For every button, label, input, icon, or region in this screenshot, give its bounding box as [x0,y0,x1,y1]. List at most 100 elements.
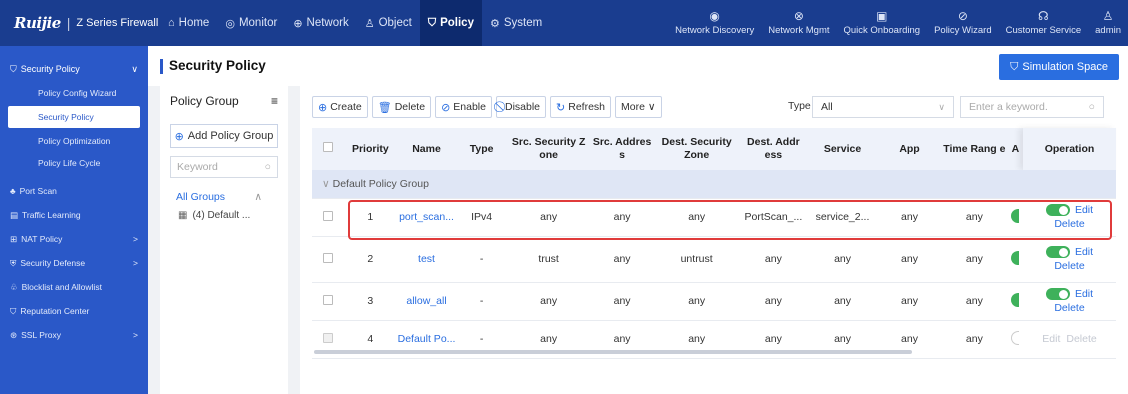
sidebar-item-reputation-center[interactable]: ⛉ Reputation Center [0,300,148,322]
table-row[interactable]: 1 port_scan... IPv4 any any any PortScan… [312,198,1116,237]
nav-network[interactable]: ⊕ Network [285,0,356,46]
cell-src-address: any [590,282,654,321]
row-checkbox[interactable] [323,332,334,343]
create-button[interactable]: ⊕ Create [312,96,368,118]
chevron-right-icon: > [133,234,138,244]
sidebar-item-label: Reputation Center [20,306,90,316]
cell-src-address: any [590,236,654,283]
refresh-button[interactable]: ↻ Refresh [550,96,611,118]
tree-all-groups[interactable]: All Groups ∧ [160,188,278,206]
sidebar-item-security-policy[interactable]: Security Policy [8,106,140,128]
horizontal-scrollbar[interactable] [314,350,912,354]
group-icon: ▦ [178,209,188,221]
sidebar-item-policy-optimization[interactable]: Policy Optimization [0,130,148,152]
sidebar-item-nat-policy[interactable]: ⊞ NAT Policy > [0,228,148,250]
status-toggle[interactable] [1045,246,1070,258]
chevron-down-icon: ∨ [322,177,333,190]
sidebar-item-port-scan[interactable]: ♣ Port Scan [0,180,148,202]
cell-type: IPv4 [456,198,507,237]
status-toggle[interactable] [1045,204,1070,216]
row-checkbox[interactable] [323,210,334,221]
more-dropdown[interactable]: More ∨ [615,96,662,118]
tree-node-default[interactable]: ▦ (4) Default ... [160,206,288,224]
cell-operation: Edit Delete [1022,198,1116,237]
action-toggle-partial [1011,330,1020,345]
group-search-input[interactable]: Keyword ○ [170,156,278,178]
status-toggle[interactable] [1045,288,1070,300]
sidebar-item-policy-life-cycle[interactable]: Policy Life Cycle [0,152,148,174]
disable-button[interactable]: ⃠Disable [495,96,547,118]
admin-account-button[interactable]: ♙ admin [1088,0,1128,46]
brand-logo: Ruijie [14,14,61,32]
sidebar-item-ssl-proxy[interactable]: ⊛ SSL Proxy > [0,324,148,346]
table-row[interactable]: 2 test - trust any untrust any any any a… [312,236,1116,283]
top-tools: ◉ Network Discovery ⊗ Network Mgmt ▣ Quick … [668,0,1128,46]
group-row[interactable]: ∨ Default Policy Group [312,170,1116,199]
delete-button[interactable]: 🗑 Delete [371,96,432,118]
nav-object[interactable]: ♙ Object [357,0,420,46]
sidebar-item-security-defense[interactable]: ⛨ Security Defense > [0,252,148,274]
nav-label: Monitor [238,17,278,29]
cell-name-link[interactable]: port_scan... [396,198,457,237]
select-all-header[interactable] [312,128,345,170]
disable-label: Disable [504,101,541,113]
cell-time-range: any [940,282,1008,321]
nat-icon: ⊞ [10,233,18,244]
check-circle-icon: ⊘ [441,101,451,114]
onboarding-icon: ▣ [876,9,888,23]
add-policy-group-label: Add Policy Group [187,130,274,142]
row-checkbox[interactable] [323,252,334,263]
enable-button[interactable]: ⊘ Enable [435,96,492,118]
cell-name-link[interactable]: test [396,236,457,283]
type-select-value: All [821,101,833,113]
customer-service-button[interactable]: ☊ Customer Service [999,0,1089,46]
group-tree: All Groups ∧ ▦ (4) Default ... [160,188,288,224]
delete-label: Delete [394,101,426,113]
sidebar-item-traffic-learning[interactable]: ▤ Traffic Learning [0,204,148,226]
network-mgmt-button[interactable]: ⊗ Network Mgmt [761,0,836,46]
keyword-search-input[interactable]: Enter a keyword. ○ [960,96,1104,118]
policy-table-panel: ⊕Create 🗑Delete ⊘Enable ⃠Disable ↻Refres… [300,86,1128,394]
edit-link[interactable]: Edit [1075,246,1093,258]
policy-wizard-button[interactable]: ⊘ Policy Wizard [927,0,999,46]
policy-group-header: Policy Group ≡ [160,86,288,116]
nav-system[interactable]: ⚙ System [482,0,550,46]
brand-separator: | [66,15,71,31]
sidebar-item-label: Traffic Learning [22,210,81,220]
traffic-icon: ▤ [10,209,19,220]
row-checkbox[interactable] [323,294,334,305]
nav-monitor[interactable]: ◎ Monitor [217,0,285,46]
nav-policy[interactable]: ⛉ Policy [419,0,482,46]
delete-link[interactable]: Delete [1054,260,1084,272]
menu-icon[interactable]: ≡ [271,94,278,108]
chevron-up-icon: ∧ [254,191,262,203]
simulation-space-button[interactable]: ⛉ Simulation Space [999,54,1119,80]
delete-link[interactable]: Delete [1054,218,1084,230]
toolbar: ⊕Create 🗑Delete ⊘Enable ⃠Disable ↻Refres… [312,96,662,118]
cell-operation: Edit Delete [1022,236,1116,283]
sidebar-item-blocklist-allowlist[interactable]: ♧ Blocklist and Allowlist [0,276,148,298]
col-name: Name [396,128,457,170]
type-filter-label: Type [788,100,811,112]
search-icon: ○ [264,161,271,173]
delete-link[interactable]: Delete [1054,302,1084,314]
cell-service: any [806,236,879,283]
cell-operation: Edit Delete [1022,282,1116,321]
sidebar-item-policy-config-wizard[interactable]: Policy Config Wizard [0,82,148,104]
type-select[interactable]: All ∨ [812,96,954,118]
table-row[interactable]: 3 allow_all - any any any any any any an… [312,282,1116,321]
sidebar-group-security-policy[interactable]: ⛉ Security Policy ∨ [0,56,148,82]
network-discovery-button[interactable]: ◉ Network Discovery [668,0,761,46]
quick-onboarding-button[interactable]: ▣ Quick Onboarding [837,0,928,46]
nav-home[interactable]: ⌂ Home [160,0,217,46]
edit-link[interactable]: Edit [1075,288,1093,300]
product-series: Z Series Firewall [76,17,159,29]
cell-src-address: any [590,198,654,237]
edit-link[interactable]: Edit [1075,204,1093,216]
add-policy-group-button[interactable]: ⊕ Add Policy Group [170,124,278,148]
plus-circle-icon: ⊕ [174,130,184,143]
policy-group-title: Policy Group [170,94,239,108]
cell-name-link[interactable]: allow_all [396,282,457,321]
select-all-checkbox[interactable] [323,142,334,152]
headset-icon: ☊ [1038,9,1049,23]
